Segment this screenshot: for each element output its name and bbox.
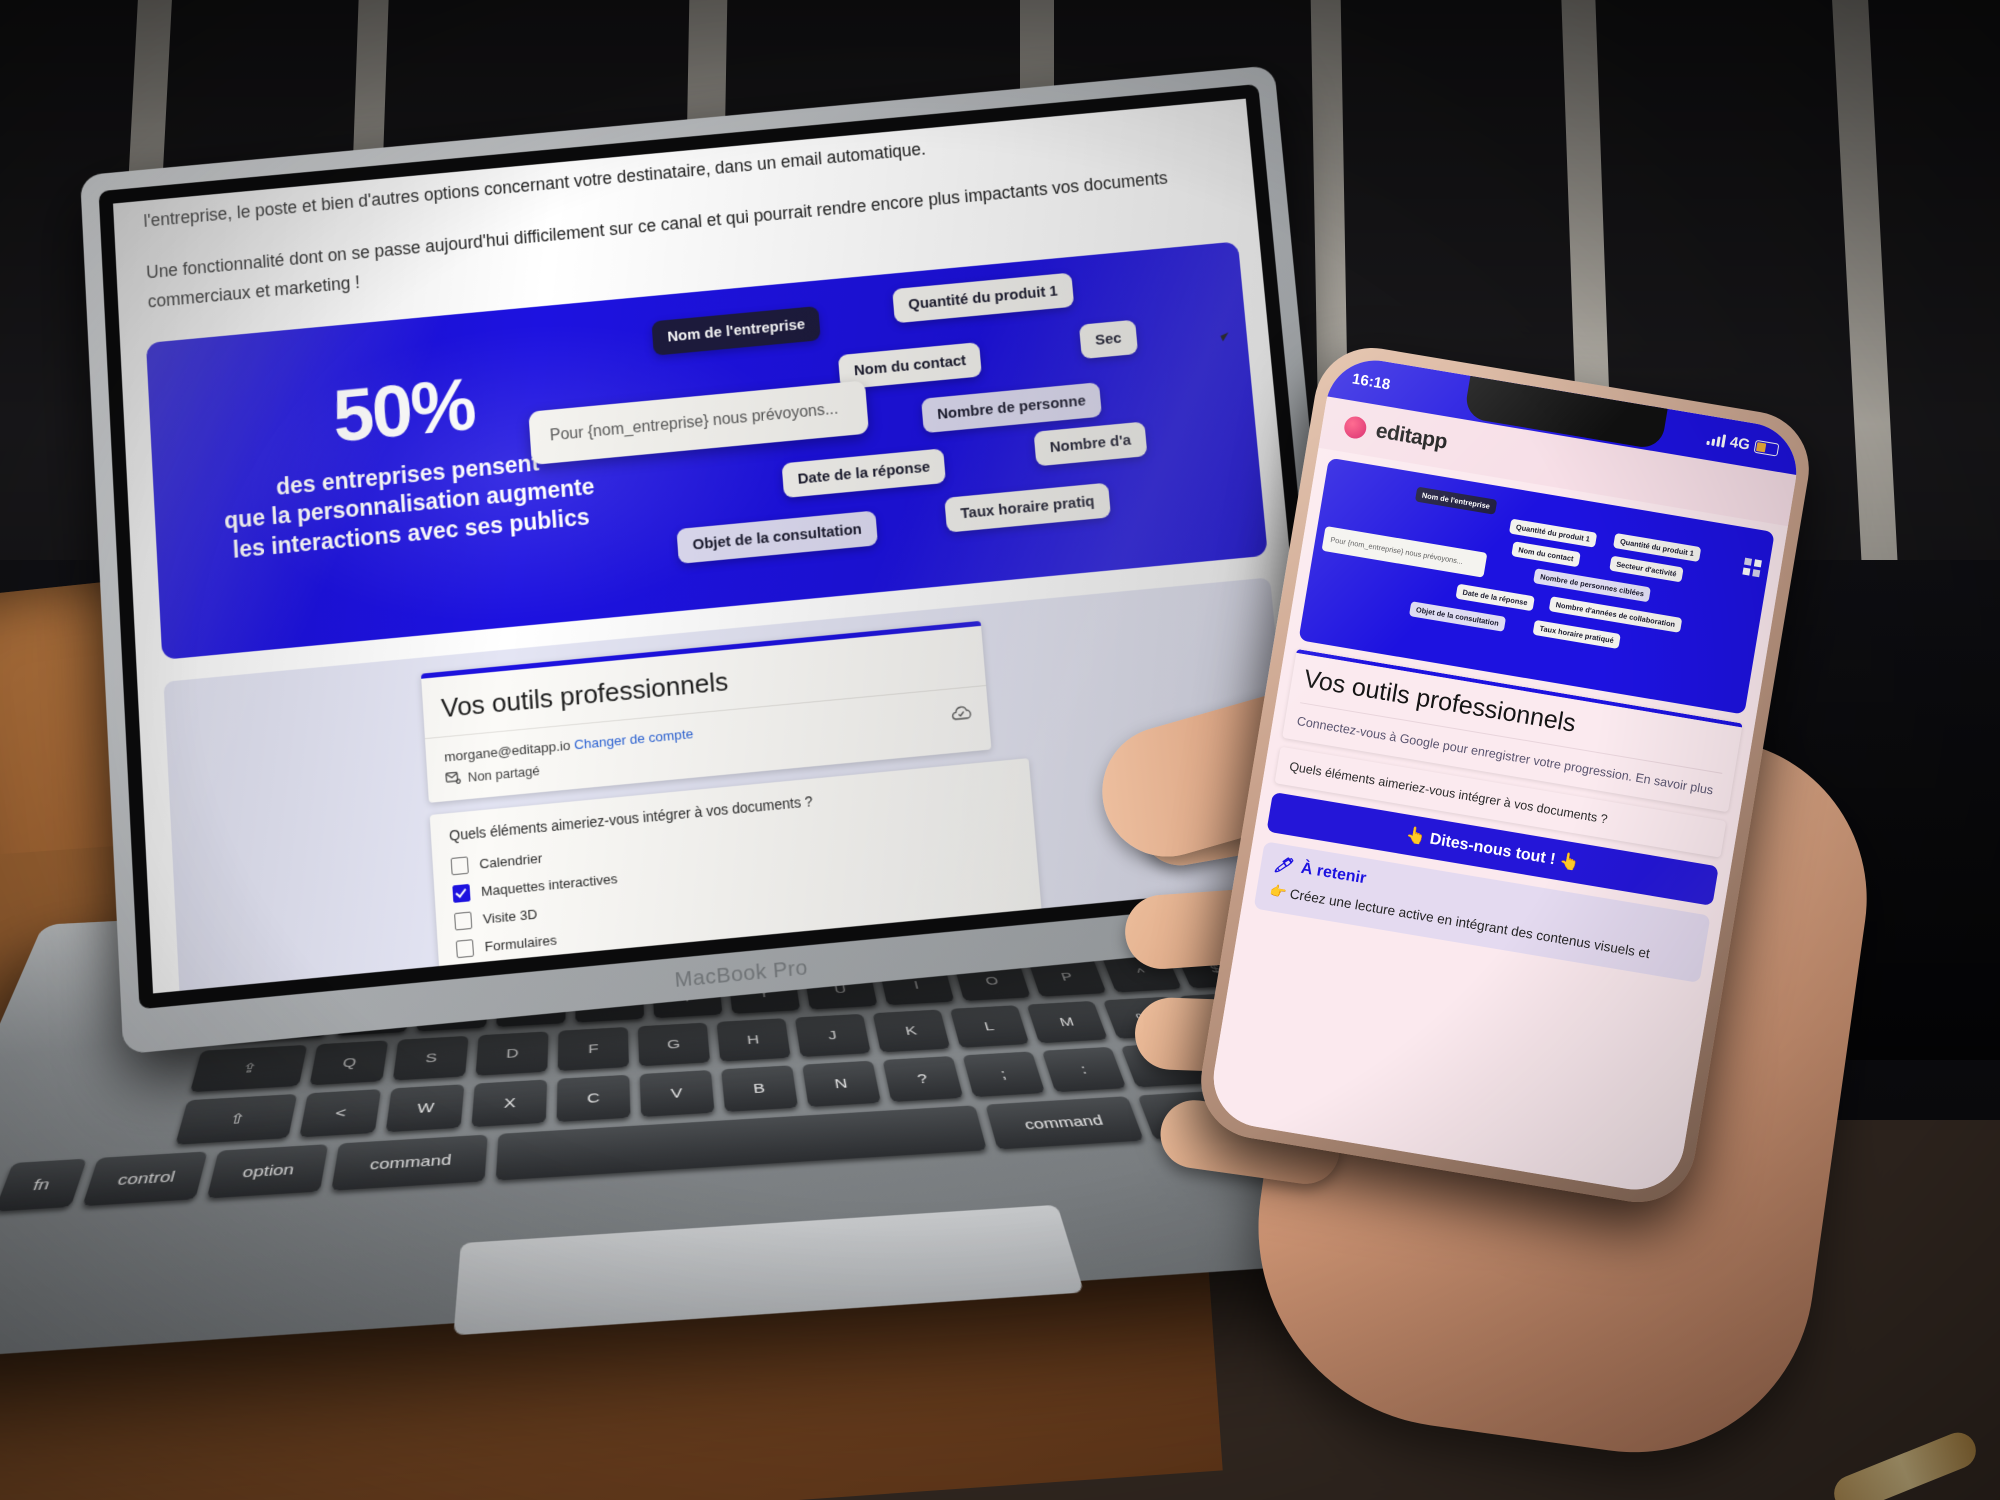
- key-n[interactable]: N: [802, 1060, 882, 1107]
- key-x[interactable]: X: [471, 1079, 548, 1128]
- key-d[interactable]: D: [475, 1031, 549, 1076]
- key-q[interactable]: Q: [309, 1040, 389, 1086]
- pill-company-name[interactable]: Nom de l'entreprise: [651, 305, 822, 356]
- mail-icon: [445, 772, 461, 786]
- ph-pill-company[interactable]: Nom de l'entreprise: [1414, 486, 1497, 515]
- key-command-right[interactable]: command: [985, 1096, 1144, 1150]
- bracelet: [1828, 1427, 1982, 1500]
- key-h[interactable]: H: [716, 1018, 791, 1062]
- key-colon[interactable]: :: [1041, 1046, 1127, 1093]
- variable-pill-group: Nom de l'entreprise Quantité du produit …: [528, 250, 1268, 607]
- signal-bars-icon: [1706, 431, 1727, 448]
- key-f[interactable]: F: [557, 1026, 629, 1072]
- pill-product-qty[interactable]: Quantité du produit 1: [892, 272, 1074, 324]
- pill-response-date[interactable]: Date de la réponse: [781, 448, 947, 498]
- pill-consult-object[interactable]: Objet de la consultation: [676, 510, 879, 564]
- status-time: 16:18: [1350, 369, 1392, 394]
- option-label: Calendrier: [478, 850, 543, 872]
- battery-icon: [1753, 439, 1780, 457]
- network-label: 4G: [1728, 433, 1752, 454]
- switch-account-link[interactable]: Changer de compte: [574, 726, 694, 752]
- checkbox-checked-icon[interactable]: [452, 883, 471, 903]
- key-s[interactable]: S: [392, 1035, 469, 1081]
- status-right: 4G: [1706, 429, 1780, 458]
- phone-content: Nom de l'entreprise Quantité du produit …: [1206, 447, 1788, 1197]
- key-v[interactable]: V: [639, 1069, 715, 1117]
- browser-page: l'entreprise, le poste et bien d'autres …: [113, 98, 1322, 994]
- key-shift-left[interactable]: ⇧: [175, 1093, 298, 1145]
- option-label: Visite 3D: [482, 906, 538, 927]
- checkbox-unchecked-icon[interactable]: [450, 856, 469, 876]
- checkbox-unchecked-icon[interactable]: [455, 939, 475, 959]
- laptop-screen[interactable]: l'entreprise, le poste et bien d'autres …: [113, 98, 1322, 994]
- key-w[interactable]: W: [385, 1084, 465, 1133]
- ph-hero-text-input[interactable]: Pour {nom_entreprise} nous prévoyons...: [1321, 525, 1488, 578]
- pill-sector[interactable]: Sec: [1078, 319, 1138, 359]
- ph-pill-contact[interactable]: Nom du contact: [1511, 541, 1581, 568]
- photo-scene: esc https://app.editapp.io/presentation/…: [0, 0, 2000, 1500]
- key-b[interactable]: B: [721, 1065, 799, 1112]
- key-g[interactable]: G: [637, 1022, 711, 1067]
- share-status-label: Non partagé: [467, 762, 541, 785]
- key-m[interactable]: M: [1026, 1000, 1108, 1044]
- grid-icon: [1742, 557, 1762, 578]
- key-fn[interactable]: fn: [0, 1158, 88, 1212]
- ph-pill-object[interactable]: Objet de la consultation: [1408, 601, 1506, 632]
- option-label: Formulaires: [484, 932, 558, 955]
- option-label: Maquettes interactives: [480, 870, 619, 900]
- key-c[interactable]: C: [556, 1074, 631, 1123]
- pill-years[interactable]: Nombre d'a: [1033, 421, 1148, 467]
- retenir-title: À retenir: [1299, 859, 1368, 888]
- key-option-left[interactable]: option: [207, 1144, 328, 1199]
- ph-pill-rate[interactable]: Taux horaire pratiqué: [1532, 619, 1621, 649]
- key-semicolon[interactable]: ;: [962, 1051, 1046, 1098]
- laptop-bezel: l'entreprise, le poste et bien d'autres …: [98, 83, 1338, 1010]
- checkbox-unchecked-icon[interactable]: [454, 911, 473, 931]
- cloud-done-icon[interactable]: [949, 703, 972, 721]
- pill-people-count[interactable]: Nombre de personne: [921, 382, 1103, 434]
- key-j[interactable]: J: [794, 1013, 871, 1058]
- ph-pill-sector[interactable]: Secteur d'activité: [1609, 555, 1684, 583]
- pill-hourly-rate[interactable]: Taux horaire pratiq: [944, 482, 1111, 533]
- key-k[interactable]: K: [872, 1009, 951, 1053]
- key-question[interactable]: ?: [882, 1055, 964, 1103]
- brand-name: editapp: [1374, 419, 1449, 454]
- trackpad[interactable]: [453, 1204, 1085, 1336]
- key-capslock[interactable]: ⇪: [189, 1044, 308, 1093]
- editapp-dot-logo-icon: [1342, 414, 1368, 441]
- pencil-icon: 🖊: [1272, 855, 1296, 877]
- key-l[interactable]: L: [949, 1005, 1030, 1048]
- key-lessthan[interactable]: <: [299, 1089, 382, 1138]
- key-command-left[interactable]: command: [330, 1134, 488, 1191]
- ph-pill-date[interactable]: Date de la réponse: [1455, 583, 1535, 612]
- key-control[interactable]: control: [82, 1151, 209, 1207]
